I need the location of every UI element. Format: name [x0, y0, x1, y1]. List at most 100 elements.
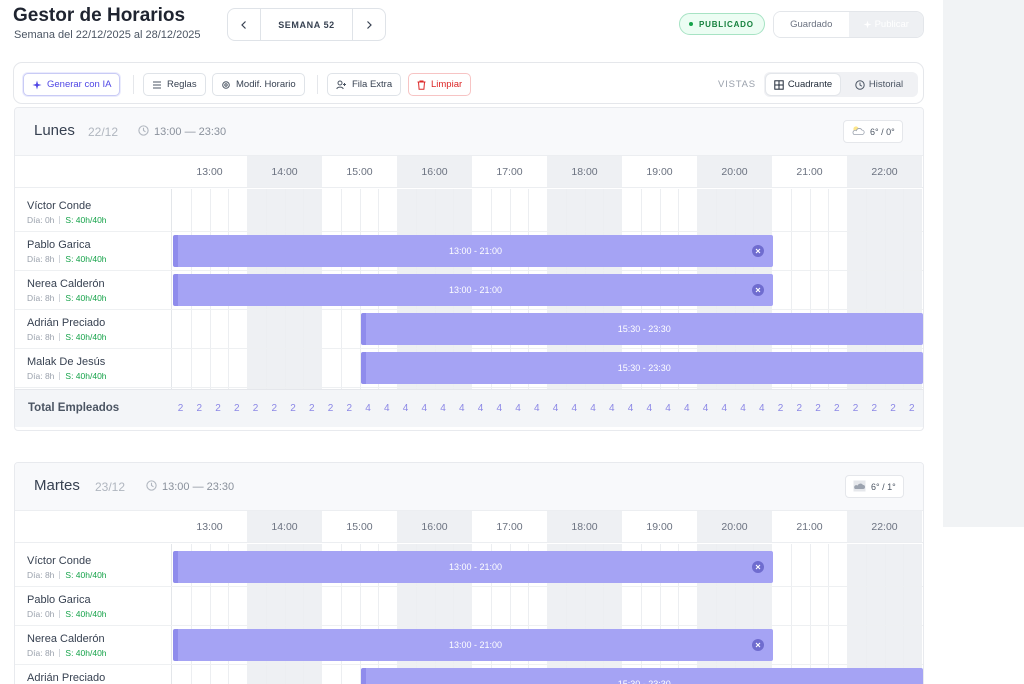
hour-label: 22:00 [847, 156, 922, 187]
total-count: 4 [627, 403, 634, 414]
total-count: 2 [215, 403, 221, 414]
close-icon [755, 287, 761, 293]
employee-row: Malak De Jesús Día: 8h S: 40h/40h 15:30 - 2… [15, 349, 923, 388]
modify-schedule-button[interactable]: Modif. Horario [212, 73, 305, 96]
day-name: Martes [34, 477, 80, 494]
rules-label: Reglas [167, 79, 197, 90]
hours-divider [59, 255, 61, 263]
total-count: 2 [852, 403, 859, 414]
rules-button[interactable]: Reglas [143, 73, 206, 96]
total-count: 2 [252, 403, 259, 414]
page-title: Gestor de Horarios [13, 5, 186, 26]
total-count: 4 [702, 403, 709, 414]
clear-button[interactable]: Limpiar [408, 73, 472, 96]
hour-header-row: 13:00 14:00 15:00 16:00 17:00 18:00 19:00 20:00… [15, 156, 923, 188]
remove-shift-button[interactable] [752, 245, 764, 257]
weather-temp: 6° / 0° [870, 126, 895, 137]
grid-icon [774, 79, 784, 90]
employee-day-hours: Día: 0h [27, 215, 55, 225]
shift-block[interactable]: 13:00 - 21:00 [173, 629, 773, 661]
shift-block[interactable]: 15:30 - 23:30 [360, 313, 923, 345]
totals-row: Total Empleados 2 2 2 2 2 2 2 2 2 2 4 4 4 4 4 4 4 4 4 4 4 4 4 4 4… [15, 389, 923, 427]
hour-label: 22:00 [847, 511, 922, 542]
remove-shift-button[interactable] [752, 284, 764, 296]
hour-label: 21:00 [796, 165, 823, 178]
shift-time-label: 13:00 - 21:00 [448, 246, 503, 256]
hour-label: 16:00 [397, 511, 472, 542]
day-time-range-label: 13:00 — 23:30 [154, 126, 227, 138]
total-count: 2 [871, 403, 878, 414]
total-count: 4 [740, 403, 746, 414]
view-grid-label: Cuadrante [787, 79, 833, 90]
employee-name: Malak De Jesús [27, 356, 106, 368]
prev-week-button[interactable] [228, 9, 260, 40]
status-badge: PUBLICADO [679, 13, 765, 35]
employee-name: Adrián Preciado [27, 317, 106, 329]
employee-row: Pablo Garica Día: 8h S: 40h/40h 13:00 - 21:… [15, 232, 923, 271]
view-history-tab[interactable]: Historial [842, 74, 916, 95]
view-grid-tab[interactable]: Cuadrante [766, 74, 840, 95]
total-count: 4 [758, 403, 765, 414]
extra-row-button[interactable]: Fila Extra [327, 73, 402, 96]
hour-label: 20:00 [697, 511, 772, 542]
total-count: 4 [496, 403, 503, 414]
status-dot-icon [689, 22, 693, 26]
hours-divider [59, 649, 61, 657]
shift-block[interactable]: 15:30 - 23:30 [360, 352, 923, 384]
total-count: 2 [177, 403, 184, 414]
employee-week-hours: S: 40h/40h [65, 371, 107, 381]
shift-time-label: 13:00 - 21:00 [448, 640, 503, 650]
day-time-range: 13:00 — 23:30 [138, 125, 226, 139]
remove-shift-button[interactable] [752, 561, 764, 573]
generate-ai-button[interactable]: Generar con IA [23, 73, 121, 96]
employee-day-hours: Día: 8h [27, 254, 55, 264]
sparkle-icon [863, 20, 872, 29]
total-count: 4 [571, 403, 578, 414]
total-count: 2 [346, 403, 353, 414]
employee-row: Adrián Preciado Día: 8h S: 40h/40h 15:30 - … [15, 310, 923, 349]
chevron-left-icon [241, 20, 246, 29]
toolbar-divider [133, 75, 134, 94]
shift-block[interactable]: 13:00 - 21:00 [173, 551, 773, 583]
total-count: 4 [552, 403, 559, 414]
day-time-range-label: 13:00 — 23:30 [162, 481, 235, 493]
shift-block[interactable]: 13:00 - 21:00 [173, 274, 773, 306]
employee-hours: Día: 8h S: 40h/40h [27, 332, 107, 342]
week-label: SEMANA 52 [260, 9, 353, 40]
day-name: Lunes [34, 122, 75, 139]
employee-week-hours: S: 40h/40h [65, 570, 107, 580]
view-history-label: Historial [868, 79, 904, 90]
total-count: 4 [365, 403, 371, 414]
hour-label: 15:00 [346, 520, 373, 533]
shift-block[interactable]: 15:30 - 23:30 [360, 668, 923, 684]
shift-time-label: 15:30 - 23:30 [617, 679, 671, 684]
day-frame: Lunes 22/12 13:00 — 23:30 6° / 0° 13:00 14:00… [14, 107, 924, 431]
weather-badge: 6° / 1° [845, 475, 904, 498]
employee-day-hours: Día: 8h [27, 371, 55, 381]
total-count: 2 [196, 403, 203, 414]
employee-name: Adrián Preciado [27, 672, 106, 684]
remove-shift-button[interactable] [752, 639, 764, 651]
views-label: VISTAS [718, 79, 756, 90]
next-week-button[interactable] [353, 9, 385, 40]
hour-label: 18:00 [547, 156, 622, 187]
hour-label: 21:00 [796, 520, 823, 533]
total-count: 2 [890, 403, 896, 414]
total-count: 2 [833, 403, 840, 414]
shift-time-label: 13:00 - 21:00 [448, 562, 503, 572]
publish-button[interactable]: Publicar [848, 12, 923, 37]
shift-block[interactable]: 13:00 - 21:00 [173, 235, 773, 267]
employee-hours: Día: 8h S: 40h/40h [27, 570, 107, 580]
employee-hours: Día: 8h S: 40h/40h [27, 648, 107, 658]
hour-label: 19:00 [646, 520, 673, 533]
chevron-right-icon [367, 20, 372, 29]
publish-button-label: Publicar [874, 19, 909, 30]
clear-label: Limpiar [431, 79, 463, 90]
total-count: 2 [922, 403, 924, 414]
employee-hours: Día: 0h S: 40h/40h [27, 215, 107, 225]
close-icon [755, 248, 761, 254]
saved-button[interactable]: Guardado [774, 12, 849, 37]
hour-label: 19:00 [646, 165, 673, 178]
day-date: 22/12 [88, 125, 119, 139]
toolbar: Generar con IA Reglas Modif. Horario Fil… [13, 62, 924, 104]
